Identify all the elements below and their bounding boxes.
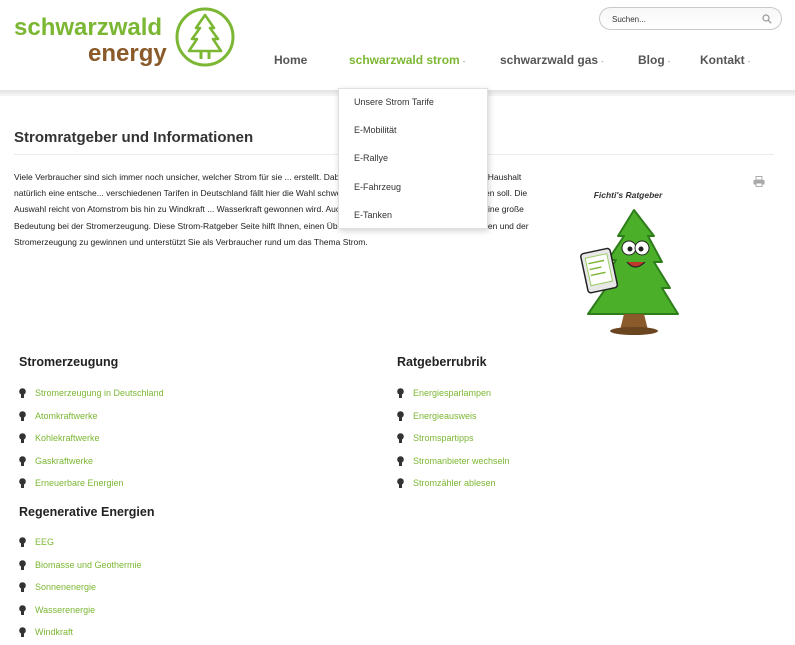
regenerative-link-list: EEG Biomasse und Geothermie Sonnenenergie W… bbox=[16, 536, 142, 645]
list-item-link[interactable]: Sonnenenergie bbox=[16, 581, 142, 604]
link-text[interactable]: Stromzähler ablesen bbox=[413, 478, 496, 488]
bulb-bullet-icon bbox=[397, 478, 404, 488]
dropdown-item-strom-tarife[interactable]: Unsere Strom Tarife bbox=[354, 97, 434, 107]
section-heading-ratgeberrubrik: Ratgeberrubrik bbox=[397, 355, 487, 369]
list-item-link[interactable]: Wasserenergie bbox=[16, 604, 142, 627]
tree-logo-icon bbox=[175, 7, 235, 67]
link-text[interactable]: Stromerzeugung in Deutschland bbox=[35, 388, 164, 398]
list-item-link[interactable]: Energieausweis bbox=[394, 410, 510, 433]
mascot-box: Fichti's Ratgeber bbox=[572, 182, 684, 338]
bulb-bullet-icon bbox=[397, 455, 404, 466]
link-text[interactable]: Biomasse und Geothermie bbox=[35, 560, 142, 570]
link-text[interactable]: Wasserenergie bbox=[35, 605, 95, 615]
ratgeberrubrik-link-list: Energiesparlampen Energieausweis Stromspar… bbox=[394, 387, 510, 500]
search-input[interactable] bbox=[612, 11, 752, 27]
site-logo[interactable]: schwarzwald energy bbox=[14, 7, 244, 70]
list-item-link[interactable]: Stromerzeugung in Deutschland bbox=[16, 387, 164, 410]
link-text[interactable]: Windkraft bbox=[35, 627, 73, 637]
mascot-caption: Fichti's Ratgeber bbox=[593, 190, 663, 200]
list-item-link[interactable]: Energiesparlampen bbox=[394, 387, 510, 410]
print-icon[interactable] bbox=[753, 176, 765, 187]
bulb-bullet-icon bbox=[19, 388, 26, 398]
list-item-link[interactable]: Stromanbieter wechseln bbox=[394, 455, 510, 478]
nav-home-label: Home bbox=[274, 53, 308, 67]
link-text[interactable]: Energiesparlampen bbox=[413, 388, 491, 398]
logo-word-schwarzwald: schwarzwald bbox=[14, 14, 163, 41]
chevron-down-icon: - bbox=[462, 57, 466, 66]
dropdown-item-e-rallye[interactable]: E-Rallye bbox=[354, 153, 388, 163]
dropdown-item-e-tanken[interactable]: E-Tanken bbox=[354, 210, 392, 220]
nav-gas-label: schwarzwald gas bbox=[500, 53, 599, 67]
logo-word-energy: energy bbox=[88, 40, 167, 67]
nav-home[interactable]: Home bbox=[274, 53, 307, 69]
dropdown-item-e-fahrzeug[interactable]: E-Fahrzeug bbox=[354, 182, 401, 192]
nav-kontakt-label: Kontakt bbox=[700, 53, 745, 67]
list-item-link[interactable]: Gaskraftwerke bbox=[16, 455, 164, 478]
section-heading-stromerzeugung: Stromerzeugung bbox=[19, 355, 119, 369]
link-text[interactable]: Atomkraftwerke bbox=[35, 411, 98, 421]
site-header: schwarzwald energy Home schwarzwald stro… bbox=[0, 0, 795, 96]
bulb-bullet-icon bbox=[19, 604, 26, 615]
list-item-link[interactable]: Atomkraftwerke bbox=[16, 410, 164, 433]
bulb-bullet-icon bbox=[19, 478, 26, 488]
nav-schwarzwald-strom[interactable]: schwarzwald strom - bbox=[349, 53, 465, 69]
list-item-link[interactable]: Stromzähler ablesen bbox=[394, 477, 510, 500]
link-text[interactable]: Stromspartipps bbox=[413, 433, 474, 443]
link-text[interactable]: Stromanbieter wechseln bbox=[413, 456, 510, 466]
dropdown-item-e-mobilitaet[interactable]: E-Mobilität bbox=[354, 125, 397, 135]
stromerzeugung-link-list: Stromerzeugung in Deutschland Atomkraftwe… bbox=[16, 387, 164, 500]
search-icon[interactable] bbox=[762, 14, 772, 24]
page-title: Stromratgeber und Informationen bbox=[14, 129, 254, 146]
list-item-link[interactable]: Windkraft bbox=[16, 626, 142, 645]
link-text[interactable]: Erneuerbare Energien bbox=[35, 478, 124, 488]
bulb-bullet-icon bbox=[19, 410, 26, 421]
chevron-down-icon: - bbox=[667, 57, 671, 66]
chevron-down-icon: - bbox=[601, 57, 604, 66]
list-item-link[interactable]: Erneuerbare Energien bbox=[16, 477, 164, 500]
fichti-tree-mascot-icon bbox=[580, 209, 679, 335]
bulb-bullet-icon bbox=[19, 537, 26, 547]
nav-schwarzwald-gas[interactable]: schwarzwald gas - bbox=[500, 53, 604, 69]
list-item-link[interactable]: Kohlekraftwerke bbox=[16, 432, 164, 455]
nav-kontakt[interactable]: Kontakt - bbox=[700, 53, 750, 69]
list-item-link[interactable]: Biomasse und Geothermie bbox=[16, 559, 142, 582]
list-item-link[interactable]: Stromspartipps bbox=[394, 432, 510, 455]
list-item-link[interactable]: EEG bbox=[16, 536, 142, 559]
bulb-bullet-icon bbox=[19, 455, 26, 466]
bulb-bullet-icon bbox=[397, 388, 404, 398]
search-box[interactable] bbox=[599, 7, 782, 30]
link-text[interactable]: EEG bbox=[35, 537, 54, 547]
link-text[interactable]: Kohlekraftwerke bbox=[35, 433, 100, 443]
bulb-bullet-icon bbox=[19, 627, 26, 637]
nav-blog-label: Blog bbox=[638, 53, 665, 67]
link-text[interactable]: Energieausweis bbox=[413, 411, 477, 421]
bulb-bullet-icon bbox=[19, 559, 26, 570]
nav-blog[interactable]: Blog - bbox=[638, 53, 670, 69]
bulb-bullet-icon bbox=[19, 433, 26, 443]
link-text[interactable]: Sonnenenergie bbox=[35, 582, 96, 592]
section-heading-regenerative-energien: Regenerative Energien bbox=[19, 505, 155, 519]
bulb-bullet-icon bbox=[19, 582, 26, 592]
link-text[interactable]: Gaskraftwerke bbox=[35, 456, 93, 466]
bulb-bullet-icon bbox=[397, 433, 404, 443]
nav-strom-label: schwarzwald strom bbox=[349, 53, 460, 67]
bulb-bullet-icon bbox=[397, 410, 404, 421]
strom-dropdown-menu: Unsere Strom Tarife E-Mobilität E-Rallye… bbox=[338, 88, 488, 229]
chevron-down-icon: - bbox=[747, 57, 751, 66]
